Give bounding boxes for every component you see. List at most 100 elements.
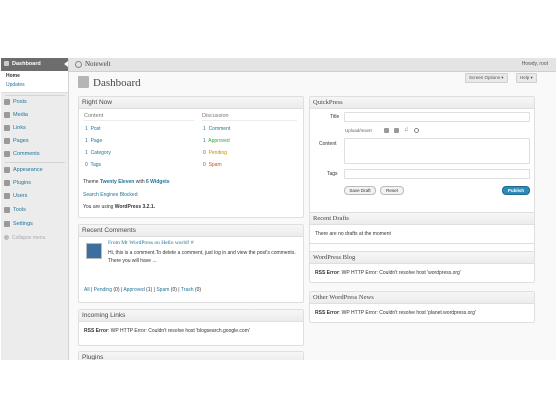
page-title: Dashboard <box>93 77 141 89</box>
title-input[interactable] <box>344 112 530 122</box>
tags-input[interactable] <box>344 169 530 179</box>
rss-error-label: RSS Error <box>315 310 339 316</box>
incoming-links-header[interactable]: Incoming Links <box>79 310 303 322</box>
recent-drafts-box: Recent Drafts There are no drafts at the… <box>309 212 535 244</box>
filter-approved[interactable]: Approved <box>123 287 144 293</box>
wp-admin-window: Notewelt Howdy, root Dashboard Home Upda… <box>1 58 556 360</box>
content-row-posts[interactable]: 1 Post <box>85 126 101 132</box>
menu-plugins[interactable]: Plugins <box>1 177 68 189</box>
other-news-header[interactable]: Other WordPress News <box>310 292 534 304</box>
theme-name-link[interactable]: Twenty Eleven <box>100 179 134 185</box>
add-audio-icon[interactable]: ♫ <box>404 127 409 133</box>
filter-trash[interactable]: Trash <box>181 287 194 293</box>
no-drafts-text: There are no drafts at the moment <box>315 231 391 237</box>
discussion-row-comments[interactable]: 1 Comment <box>203 126 230 132</box>
save-draft-button[interactable]: Save Draft <box>344 186 376 195</box>
dashboard-submenu: Home Updates <box>1 71 68 93</box>
collapse-menu-button[interactable]: Collapse menu <box>4 235 45 241</box>
add-media-icon[interactable] <box>414 128 419 133</box>
search-engines-blocked-link[interactable]: Search Engines Blocked <box>83 192 137 198</box>
other-news-box: Other WordPress News RSS Error: WP HTTP … <box>309 291 535 323</box>
submenu-home[interactable]: Home <box>6 73 20 79</box>
rss-error-text: : WP HTTP Error: Couldn't resolve host '… <box>338 310 476 316</box>
count: (1) <box>146 287 153 293</box>
theme-line: Theme Twenty Eleven with 6 Widgets <box>83 179 170 185</box>
comment-excerpt: Hi, this is a comment.To delete a commen… <box>108 250 296 264</box>
plugins-icon <box>4 180 10 186</box>
filter-all[interactable]: All <box>84 287 90 293</box>
menu-dashboard[interactable]: Dashboard <box>1 58 68 71</box>
count: 1 <box>85 138 88 144</box>
help-button[interactable]: Help ▾ <box>516 73 537 83</box>
admin-bar: Notewelt Howdy, root <box>1 58 556 72</box>
menu-links[interactable]: Links <box>1 122 68 134</box>
menu-comments[interactable]: Comments <box>1 148 68 160</box>
incoming-links-error: RSS Error: WP HTTP Error: Couldn't resol… <box>84 328 250 334</box>
content-textarea[interactable] <box>344 138 530 164</box>
users-icon <box>4 193 10 199</box>
avatar <box>86 243 102 259</box>
menu-appearance[interactable]: Appearance <box>1 164 68 176</box>
discussion-row-spam[interactable]: 0 Spam <box>203 162 222 168</box>
discussion-heading: Discussion <box>202 113 229 119</box>
recent-comments-box: Recent Comments From Mr WordPress on Hel… <box>78 224 304 303</box>
wordpress-logo-icon[interactable] <box>75 61 82 68</box>
menu-settings[interactable]: Settings <box>1 218 68 230</box>
publish-button[interactable]: Publish <box>502 186 530 195</box>
rss-error-label: RSS Error <box>315 270 339 276</box>
submenu-updates[interactable]: Updates <box>6 82 25 88</box>
menu-pages[interactable]: Pages <box>1 135 68 147</box>
menu-tools[interactable]: Tools <box>1 204 68 216</box>
wordpress-blog-error: RSS Error: WP HTTP Error: Couldn't resol… <box>315 270 461 276</box>
dashboard-icon <box>4 61 9 66</box>
comment-from-line[interactable]: From Mr WordPress on Hello world! # <box>108 240 194 246</box>
upload-insert-label: Upload/Insert <box>345 128 372 133</box>
add-video-icon[interactable] <box>394 128 399 133</box>
discussion-row-pending[interactable]: 0 Pending <box>203 150 227 156</box>
content-row-categories[interactable]: 1 Category <box>85 150 111 156</box>
pages-icon <box>4 138 10 144</box>
content-label: Content <box>319 141 337 147</box>
label: Post <box>90 126 101 132</box>
label: Approved <box>208 138 230 144</box>
content-row-tags[interactable]: 0 Tags <box>85 162 101 168</box>
wordpress-blog-header[interactable]: WordPress Blog <box>310 252 534 264</box>
discussion-row-approved[interactable]: 1 Approved <box>203 138 230 144</box>
menu-media[interactable]: Media <box>1 109 68 121</box>
plugins-box: Plugins <box>78 351 304 360</box>
comment-filters: All | Pending (0) | Approved (1) | Spam … <box>84 287 202 293</box>
filter-pending[interactable]: Pending <box>94 287 112 293</box>
quickpress-header[interactable]: QuickPress <box>310 97 534 109</box>
menu-pages-label: Pages <box>13 138 29 144</box>
links-icon <box>4 125 10 131</box>
count: 0 <box>85 162 88 168</box>
divider <box>202 120 297 121</box>
label: Pending <box>208 150 227 156</box>
menu-users[interactable]: Users <box>1 190 68 202</box>
plugins-header[interactable]: Plugins <box>79 352 303 360</box>
content-row-pages[interactable]: 1 Page <box>85 138 102 144</box>
add-image-icon[interactable] <box>384 128 389 133</box>
reset-button[interactable]: Reset <box>380 186 404 195</box>
recent-comments-header[interactable]: Recent Comments <box>79 225 303 237</box>
rss-error-text: : WP HTTP Error: Couldn't resolve host '… <box>107 328 250 334</box>
menu-posts[interactable]: Posts <box>1 96 68 108</box>
label: Category <box>90 150 111 156</box>
count: (0) <box>170 287 177 293</box>
rss-error-text: : WP HTTP Error: Couldn't resolve host '… <box>338 270 461 276</box>
settings-icon <box>4 221 10 227</box>
screen-options-button[interactable]: Screen Options ▾ <box>465 73 508 83</box>
right-now-header[interactable]: Right Now <box>79 97 303 109</box>
count: 1 <box>85 150 88 156</box>
howdy-user-menu[interactable]: Howdy, root <box>522 61 548 67</box>
menu-dashboard-label: Dashboard <box>12 61 41 67</box>
site-title-link[interactable]: Notewelt <box>85 60 111 68</box>
divider <box>84 120 194 121</box>
menu-media-label: Media <box>13 112 28 118</box>
filter-spam[interactable]: Spam <box>156 287 169 293</box>
recent-drafts-header[interactable]: Recent Drafts <box>310 213 534 225</box>
menu-users-label: Users <box>13 193 28 199</box>
tags-label: Tags <box>327 171 338 177</box>
widgets-link[interactable]: 6 Widgets <box>146 179 170 185</box>
posts-icon <box>4 99 10 105</box>
